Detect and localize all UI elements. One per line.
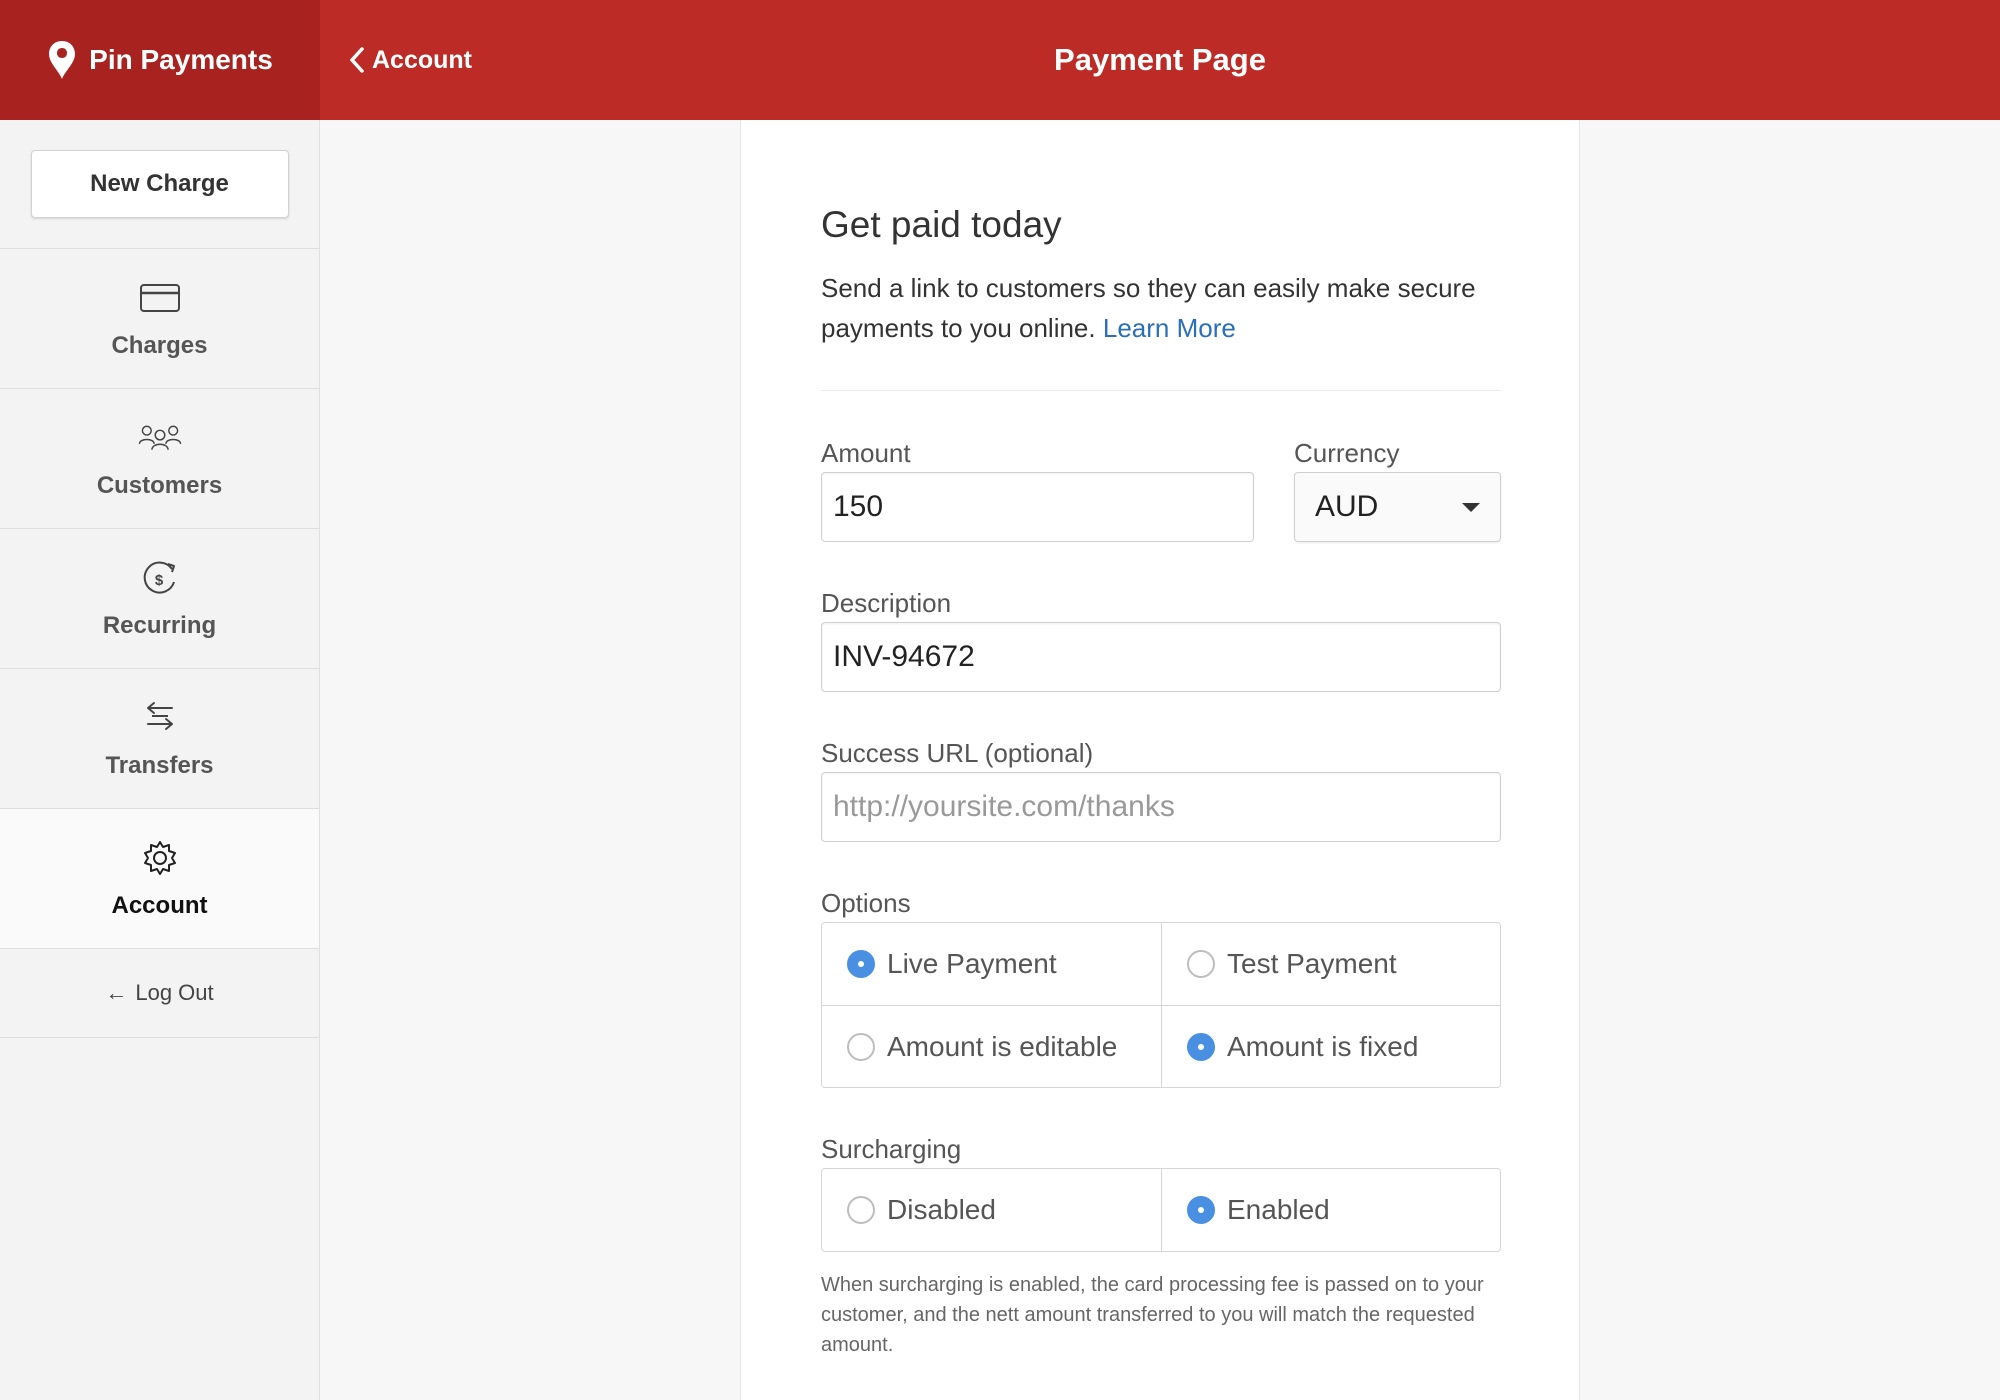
radio-unselected-icon[interactable] — [847, 1032, 875, 1061]
arrow-left-icon: ← — [105, 980, 128, 1005]
sidebar-item-transfers[interactable]: Transfers — [0, 669, 319, 809]
back-to-account-link[interactable]: Account — [348, 0, 472, 120]
radio-selected-icon[interactable] — [847, 950, 875, 978]
radio-selected-icon[interactable] — [1187, 1032, 1215, 1061]
sidebar-item-label: Transfers — [105, 751, 214, 779]
option-label: Enabled — [1227, 1194, 1330, 1225]
gear-icon — [143, 840, 176, 875]
amount-input[interactable] — [821, 472, 1254, 542]
chevron-left-icon — [350, 47, 364, 73]
intro-text: Send a link to customers so they can eas… — [821, 268, 1501, 348]
option-label: Live Payment — [887, 948, 1057, 979]
logout-link[interactable]: ← Log Out — [0, 949, 319, 1038]
description-input[interactable] — [821, 622, 1501, 692]
options-group: Live Payment Test Payment Amount is edit… — [821, 922, 1501, 1088]
surcharging-help-text: When surcharging is enabled, the card pr… — [821, 1274, 1484, 1356]
amount-fixed-option[interactable]: Amount is fixed — [1161, 1005, 1500, 1087]
amount-editable-option[interactable]: Amount is editable — [822, 1005, 1161, 1087]
back-link-label: Account — [372, 45, 472, 74]
sidebar-item-label: Customers — [96, 471, 223, 499]
divider — [821, 390, 1501, 391]
top-bar: Pin Payments Account Payment Page — [0, 0, 2000, 120]
recurring-dollar-icon: $ — [143, 561, 175, 594]
surcharging-group: Disabled Enabled — [821, 1168, 1501, 1252]
surcharging-enabled-option[interactable]: Enabled — [1161, 1169, 1500, 1251]
sidebar-item-label: Account — [111, 891, 208, 919]
surcharging-disabled-option[interactable]: Disabled — [822, 1169, 1161, 1251]
sidebar-item-recurring[interactable]: $ Recurring — [0, 529, 319, 669]
description-label: Description — [821, 588, 952, 618]
currency-select[interactable]: AUD — [1294, 472, 1501, 542]
live-payment-option[interactable]: Live Payment — [822, 923, 1161, 1005]
radio-unselected-icon[interactable] — [847, 1196, 875, 1224]
new-charge-button[interactable]: New Charge — [30, 150, 289, 218]
radio-unselected-icon[interactable] — [1187, 950, 1215, 978]
learn-more-link[interactable]: Learn More — [1103, 313, 1236, 343]
radio-selected-icon[interactable] — [1187, 1196, 1215, 1224]
sidebar-item-charges[interactable]: Charges — [0, 249, 319, 389]
svg-text:$: $ — [154, 572, 163, 589]
brand-logo[interactable]: Pin Payments — [0, 0, 320, 120]
success-url-input[interactable] — [821, 772, 1501, 842]
credit-card-icon — [139, 283, 180, 312]
sidebar: New Charge Charges Customers $ Recurring — [0, 120, 320, 1400]
success-url-label: Success URL (optional) — [821, 738, 1094, 768]
test-payment-option[interactable]: Test Payment — [1161, 923, 1500, 1005]
surcharging-label: Surcharging — [821, 1134, 962, 1164]
option-label: Amount is editable — [887, 1030, 1118, 1062]
pin-icon — [49, 41, 76, 79]
amount-label: Amount — [821, 438, 911, 468]
logout-label: Log Out — [135, 980, 214, 1005]
option-label: Test Payment — [1227, 948, 1397, 979]
new-charge-section: New Charge — [0, 120, 319, 249]
section-heading: Get paid today — [821, 204, 1062, 245]
sidebar-item-label: Recurring — [102, 611, 217, 639]
payment-page-card: Get paid today Send a link to customers … — [740, 120, 1580, 1400]
options-label: Options — [821, 888, 911, 918]
caret-down-icon — [1462, 502, 1480, 512]
currency-label: Currency — [1294, 438, 1400, 468]
page-title: Payment Page — [1054, 42, 1266, 77]
users-icon — [138, 425, 181, 450]
sidebar-item-account[interactable]: Account — [0, 809, 319, 949]
transfer-arrows-icon — [146, 701, 173, 730]
sidebar-item-label: Charges — [111, 331, 208, 359]
option-label: Amount is fixed — [1227, 1030, 1419, 1062]
brand-name: Pin Payments — [89, 44, 273, 75]
option-label: Disabled — [887, 1194, 996, 1225]
currency-value: AUD — [1315, 490, 1379, 523]
sidebar-item-customers[interactable]: Customers — [0, 389, 319, 529]
